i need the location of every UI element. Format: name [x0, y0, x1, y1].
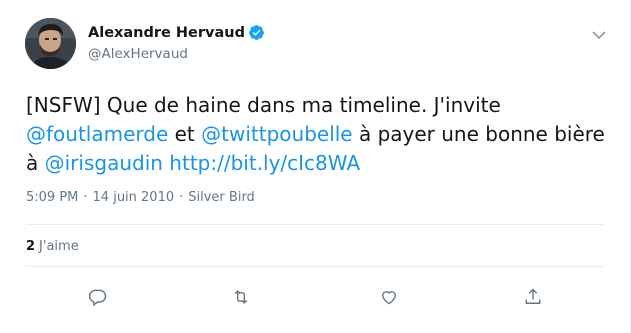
likes-stat[interactable]: 2 J'aime: [26, 239, 79, 254]
tweet-source[interactable]: Silver Bird: [188, 190, 255, 205]
retweet-icon: [234, 290, 248, 304]
action-bar: [0, 285, 631, 311]
meta-separator: ·: [83, 190, 88, 205]
tweet-text-segment: et: [168, 122, 202, 146]
mention-link[interactable]: @irisgaudin: [45, 151, 163, 175]
author-handle[interactable]: @AlexHervaud: [88, 46, 188, 62]
divider: [26, 224, 604, 225]
tweet-text: [NSFW] Que de haine dans ma timeline. J'…: [26, 91, 616, 178]
author-name-row[interactable]: Alexandre Hervaud: [88, 24, 265, 41]
reply-icon: [88, 289, 107, 307]
mention-link[interactable]: @foutlamerde: [26, 122, 168, 146]
tweet-card: Alexandre Hervaud @AlexHervaud [NSFW] Qu…: [0, 0, 631, 333]
share-icon: [525, 288, 541, 304]
likes-label: J'aime: [39, 239, 79, 254]
avatar[interactable]: [25, 18, 76, 69]
tweet-text-segment: [NSFW] Que de haine dans ma timeline. J'…: [26, 93, 501, 117]
mention-link[interactable]: @twittpoubelle: [201, 122, 352, 146]
reply-button[interactable]: [86, 285, 110, 309]
retweet-button[interactable]: [229, 285, 253, 309]
chevron-down-icon[interactable]: [591, 26, 607, 40]
tweet-time[interactable]: 5:09 PM: [26, 190, 78, 205]
share-button[interactable]: [521, 285, 545, 309]
verified-badge-icon: [248, 24, 265, 41]
likes-count: 2: [26, 239, 36, 254]
like-button[interactable]: [377, 285, 401, 309]
url-link[interactable]: http://bit.ly/cIc8WA: [169, 151, 360, 175]
author-display-name[interactable]: Alexandre Hervaud: [88, 25, 245, 41]
avatar-image: [25, 18, 76, 69]
tweet-meta: 5:09 PM · 14 juin 2010 · Silver Bird: [26, 190, 255, 205]
meta-separator: ·: [179, 190, 184, 205]
heart-icon: [382, 291, 396, 305]
divider: [26, 266, 604, 267]
tweet-date[interactable]: 14 juin 2010: [93, 190, 175, 205]
